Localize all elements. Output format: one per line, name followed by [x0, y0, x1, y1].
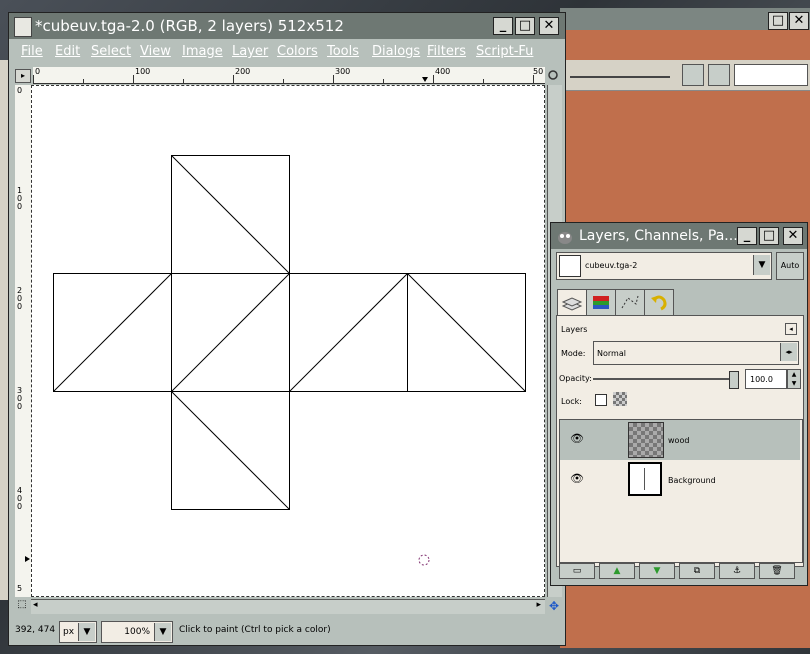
background-toolbar	[560, 60, 810, 91]
menu-file[interactable]: File	[21, 44, 43, 59]
bg-pause-icon[interactable]	[708, 64, 730, 86]
gimp-wilber-icon[interactable]	[556, 227, 574, 245]
bg-maximize-button[interactable]: □	[768, 12, 788, 30]
layer-list[interactable]: 👁 wood 👁 Background	[559, 419, 803, 563]
statusbar: 392, 474 px ▼ 100% ▼ Click to paint (Ctr…	[9, 619, 565, 645]
lock-label: Lock:	[561, 397, 582, 406]
menu-filters[interactable]: Filters	[427, 44, 466, 59]
zoom-dropdown-icon[interactable]: ▼	[154, 623, 171, 641]
opacity-slider-handle[interactable]	[729, 371, 739, 389]
opacity-slider[interactable]	[593, 378, 737, 380]
image-window: *cubeuv.tga-2.0 (RGB, 2 layers) 512x512 …	[8, 12, 566, 646]
opacity-label: Opacity:	[559, 374, 592, 383]
image-thumbnail	[559, 255, 581, 277]
lower-layer-button[interactable]: ▼	[639, 563, 675, 579]
menu-image[interactable]: Image	[182, 44, 223, 59]
ruler-v-marks	[25, 556, 30, 562]
ruler-vertical[interactable]: 0 100 200 300 400 5	[15, 85, 32, 597]
ruler-horizontal[interactable]: 0 100 200 300 400 50	[33, 67, 545, 84]
unit-selector[interactable]: px ▼	[59, 621, 97, 643]
panel-menu-icon[interactable]: ◂	[785, 323, 797, 335]
cube-uv-drawing	[53, 155, 526, 566]
layers-close-button[interactable]: ✕	[783, 227, 803, 245]
mode-value: Normal	[597, 349, 626, 358]
lock-alpha-checkbox[interactable]	[595, 394, 607, 406]
menubar: File Edit Select View Image Layer Colors…	[9, 41, 565, 63]
menu-dialogs[interactable]: Dialogs	[372, 44, 420, 59]
lock-alpha-icon	[613, 392, 627, 406]
layer-row-background[interactable]: 👁 Background	[560, 460, 800, 500]
layers-section-label: Layers	[561, 325, 588, 334]
menu-tools[interactable]: Tools	[327, 44, 359, 59]
layer-thumbnail-background	[628, 462, 662, 496]
layers-maximize-button[interactable]: □	[759, 227, 779, 245]
image-window-title: *cubeuv.tga-2.0 (RGB, 2 layers) 512x512	[35, 17, 344, 35]
ruler-h-marks	[33, 75, 534, 83]
image-selector[interactable]: cubeuv.tga-2 ▼	[556, 252, 772, 280]
opacity-spin-icon[interactable]: ▲ ▼	[787, 369, 801, 389]
image-window-titlebar: *cubeuv.tga-2.0 (RGB, 2 layers) 512x512 …	[9, 13, 565, 39]
bg-refresh-icon[interactable]	[682, 64, 704, 86]
bg-slider[interactable]	[570, 76, 670, 78]
bg-close-button[interactable]: ✕	[789, 12, 809, 30]
unit-value: px	[63, 627, 75, 637]
zoom-corner-icon[interactable]	[547, 69, 559, 81]
menu-edit[interactable]: Edit	[55, 44, 80, 59]
menu-colors[interactable]: Colors	[277, 44, 318, 59]
menu-view[interactable]: View	[140, 44, 171, 59]
mode-dropdown-icon[interactable]: ◂▸	[780, 343, 797, 361]
menu-arrow-icon[interactable]: ▸	[15, 69, 31, 83]
opacity-value: 100.0	[750, 375, 773, 384]
anchor-layer-button[interactable]: ⚓	[719, 563, 755, 579]
menu-script-fu[interactable]: Script-Fu	[476, 44, 533, 59]
duplicate-layer-button[interactable]: ⧉	[679, 563, 715, 579]
zoom-selector[interactable]: 100% ▼	[101, 621, 173, 643]
delete-layer-button[interactable]: 🗑	[759, 563, 795, 579]
image-selector-value: cubeuv.tga-2	[585, 261, 638, 270]
mode-select[interactable]: Normal ◂▸	[593, 341, 799, 365]
mode-label: Mode:	[561, 349, 586, 358]
navigate-icon[interactable]: ✥	[547, 599, 561, 613]
maximize-button[interactable]: □	[515, 17, 535, 35]
layers-dialog: Layers, Channels, Pa... _ □ ✕ cubeuv.tga…	[550, 222, 808, 586]
pointer-coordinates: 392, 474	[15, 625, 56, 635]
raise-layer-button[interactable]: ▲	[599, 563, 635, 579]
layers-dialog-titlebar: Layers, Channels, Pa... _ □ ✕	[551, 223, 807, 249]
opacity-field[interactable]: 100.0	[745, 369, 787, 389]
menu-layer[interactable]: Layer	[232, 44, 268, 59]
unit-dropdown-icon[interactable]: ▼	[78, 623, 95, 641]
status-message: Click to paint (Ctrl to pick a color)	[179, 625, 331, 635]
scroll-right-icon[interactable]: ▸	[536, 600, 541, 610]
new-layer-button[interactable]: ▭	[559, 563, 595, 579]
image-canvas[interactable]	[31, 85, 545, 597]
layer-name-background: Background	[668, 476, 716, 485]
menu-select[interactable]: Select	[91, 44, 131, 59]
image-selector-dropdown-icon[interactable]: ▼	[753, 255, 770, 275]
close-button[interactable]: ✕	[539, 17, 559, 35]
bg-text-field[interactable]	[734, 64, 808, 86]
layer-name-wood: wood	[668, 436, 690, 445]
background-window-titlebar: □ ✕	[560, 8, 810, 30]
tab-paths[interactable]	[615, 289, 645, 317]
auto-button[interactable]: Auto	[776, 252, 804, 280]
quick-mask-icon[interactable]: ⬚	[15, 599, 29, 613]
horizontal-scrollbar[interactable]: ◂ ▸	[31, 599, 545, 614]
tab-channels[interactable]	[586, 289, 616, 317]
layer-thumbnail-wood	[628, 422, 664, 458]
visibility-eye-icon[interactable]: 👁	[570, 432, 584, 445]
tab-layers[interactable]	[557, 289, 587, 316]
minimize-button[interactable]: _	[493, 17, 513, 35]
scroll-left-icon[interactable]: ◂	[33, 600, 38, 610]
zoom-value: 100%	[124, 627, 150, 637]
tab-undo-history[interactable]	[644, 289, 674, 317]
layer-row-wood[interactable]: 👁 wood	[560, 420, 800, 460]
visibility-eye-icon[interactable]: 👁	[570, 472, 584, 485]
layers-minimize-button[interactable]: _	[737, 227, 757, 245]
window-menu-icon[interactable]	[14, 17, 32, 37]
layers-dialog-title: Layers, Channels, Pa...	[579, 228, 738, 244]
